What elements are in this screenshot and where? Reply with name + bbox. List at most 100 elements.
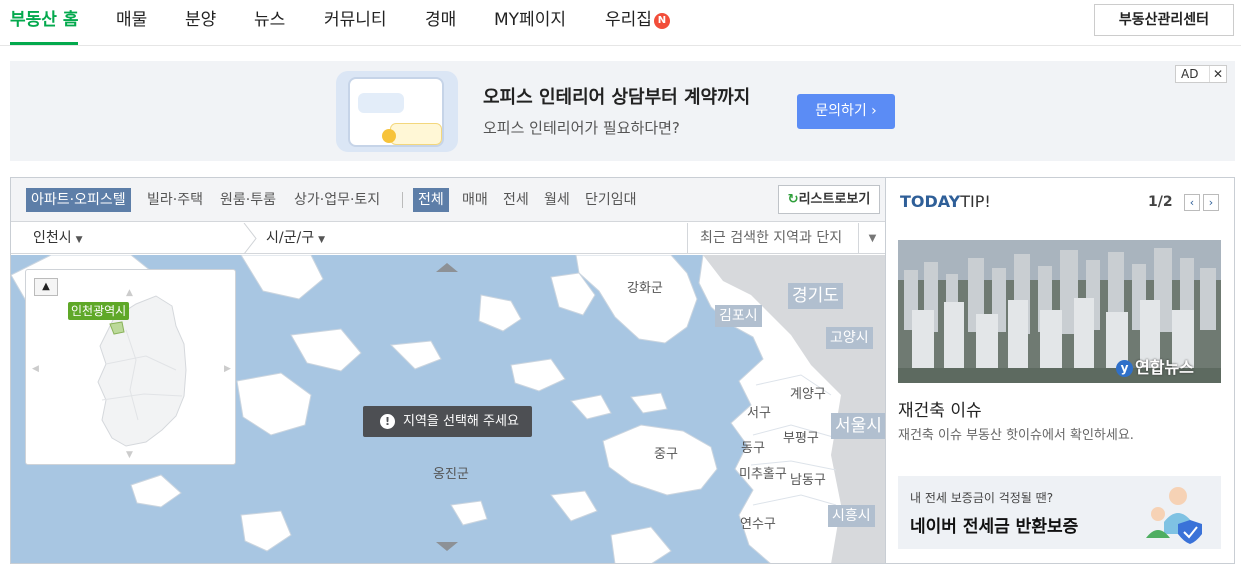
map-label-namdong[interactable]: 남동구 [790, 469, 826, 488]
list-view-button[interactable]: ↻리스트로보기 [778, 185, 880, 214]
island-shape [240, 510, 292, 552]
island-shape [550, 490, 598, 522]
tip-description: 재건축 이슈 부동산 핫이슈에서 확인하세요. [898, 428, 1134, 443]
map-label-seo[interactable]: 서구 [747, 402, 771, 421]
map-panel: 아파트·오피스텔 빌라·주택 원룸·투룸 상가·업무·토지 전체 매매 전세 월… [10, 177, 886, 564]
refresh-icon: ↻ [787, 192, 799, 207]
deal-tab-monthly[interactable]: 월세 [544, 188, 570, 212]
map-label-bupyeong[interactable]: 부평구 [783, 427, 819, 446]
map-label-seoul[interactable]: 서울시 [831, 413, 885, 439]
island-shape [450, 500, 488, 526]
recent-search-dropdown[interactable]: 최근 검색한 지역과 단지 ▼ [687, 223, 885, 254]
deal-tab-all[interactable]: 전체 [413, 188, 449, 212]
chevron-down-icon[interactable]: ▼ [126, 450, 133, 460]
sido-value: 인천시 [33, 230, 72, 246]
phone-illustration [348, 77, 444, 147]
tip-pager: 1/2 [1148, 194, 1173, 210]
map-pan-down-icon[interactable] [436, 542, 458, 551]
map-label-gyeyang[interactable]: 계양구 [790, 383, 826, 402]
island-shape [570, 394, 612, 420]
agency-center-button[interactable]: 부동산관리센터 [1094, 4, 1234, 36]
map-label-jung[interactable]: 중구 [654, 443, 678, 462]
chat-bubble [390, 123, 442, 145]
filter-toolbar: 아파트·오피스텔 빌라·주택 원룸·투룸 상가·업무·토지 전체 매매 전세 월… [11, 178, 885, 222]
chevron-down-icon: ▼ [75, 235, 83, 245]
chat-bubble [358, 93, 404, 113]
map-label-michuhol[interactable]: 미추홀구 [739, 463, 787, 482]
chevron-right-icon[interactable]: ▶ [224, 364, 231, 374]
map-label-dong[interactable]: 동구 [741, 437, 765, 456]
nav-home[interactable]: 부동산 홈 [10, 0, 78, 46]
ad-banner[interactable]: 오피스 인테리어 상담부터 계약까지 오피스 인테리어가 필요하다면? 문의하기… [10, 61, 1235, 161]
map-label-ganghwa[interactable]: 강화군 [627, 277, 663, 296]
nav-news[interactable]: 뉴스 [254, 0, 285, 46]
nav-community[interactable]: 커뮤니티 [324, 0, 387, 46]
photo-credit: y 연합뉴스 [1116, 354, 1194, 378]
korea-outline [97, 295, 187, 447]
people-shield-illustration [1146, 487, 1202, 544]
list-view-label: 리스트로보기 [798, 192, 871, 207]
yonhap-logo-icon: y [1116, 360, 1133, 377]
island-shape [478, 294, 522, 332]
ganghwa-island [575, 255, 698, 344]
recent-search-placeholder: 최근 검색한 지역과 단지 [700, 230, 843, 246]
map-label-siheung[interactable]: 시흥시 [828, 505, 875, 527]
sigungu-value: 시/군/구 [266, 230, 315, 246]
tip-headline[interactable]: 재건축 이슈 [898, 396, 982, 421]
nav-listings[interactable]: 매물 [116, 0, 147, 46]
map-label-goyang[interactable]: 고양시 [826, 327, 873, 349]
tip-title-tip: TIP! [960, 192, 991, 211]
map-label-yeonsu[interactable]: 연수구 [740, 513, 776, 532]
chevron-left-icon[interactable]: ◀ [32, 364, 39, 374]
chevron-down-icon: ▼ [318, 235, 325, 245]
breadcrumb-divider [243, 223, 257, 254]
ad-subtitle: 오피스 인테리어가 필요하다면? [483, 119, 680, 137]
map-label-gimpo[interactable]: 김포시 [715, 305, 762, 327]
type-tab-apartment[interactable]: 아파트·오피스텔 [26, 188, 131, 212]
tip-next-button[interactable]: › [1203, 194, 1219, 211]
new-badge: N [653, 13, 670, 29]
sido-select[interactable]: 인천시 ▼ [33, 223, 83, 256]
region-map[interactable]: 강화군 경기도 김포시 고양시 계양구 서구 서울시 부평구 동구 중구 미추홀… [11, 255, 885, 563]
tip-prev-button[interactable]: ‹ [1184, 194, 1200, 211]
ad-tag: AD ✕ [1175, 65, 1227, 83]
island-shape [510, 358, 566, 392]
nav-active-underline [10, 42, 78, 45]
jeonse-guarantee-banner[interactable]: 내 전세 보증금이 걱정될 땐? 네이버 전세금 반환보증 [898, 476, 1221, 549]
map-label-ongjin[interactable]: 옹진군 [433, 463, 469, 482]
chevron-down-icon[interactable]: ▼ [858, 223, 885, 254]
deal-tab-jeonse[interactable]: 전세 [503, 188, 529, 212]
region-filter-bar: 인천시 ▼ 시/군/구 ▼ 최근 검색한 지역과 단지 ▼ [11, 223, 885, 254]
nav-auction[interactable]: 경매 [425, 0, 456, 46]
island-shape [290, 328, 362, 372]
ad-illustration [336, 71, 458, 152]
korea-minimap[interactable]: ▲ 인천광역시 ▲ ▼ ◀ ▶ [25, 269, 236, 465]
ad-label: AD [1181, 67, 1199, 81]
minimap-region-label: 인천광역시 [68, 302, 130, 320]
select-region-notice: ! 지역을 선택해 주세요 [363, 406, 532, 437]
island-shape [240, 255, 324, 300]
notice-text: 지역을 선택해 주세요 [403, 414, 519, 429]
deal-tab-sale[interactable]: 매매 [462, 188, 488, 212]
top-navigation: 부동산 홈 매물 분양 뉴스 커뮤니티 경매 MY페이지 우리집 N 부동산관리센… [0, 0, 1241, 46]
ad-inquiry-button[interactable]: 문의하기 › [797, 94, 895, 129]
deal-tab-short-term[interactable]: 단기임대 [585, 188, 637, 212]
type-tab-oneroom[interactable]: 원룸·투룸 [220, 188, 276, 212]
map-label-gyeonggi[interactable]: 경기도 [788, 283, 843, 309]
island-shape [630, 392, 668, 414]
ad-close-icon[interactable]: ✕ [1209, 66, 1226, 82]
sigungu-select[interactable]: 시/군/구 ▼ [266, 223, 325, 256]
nav-myhome[interactable]: 우리집 N [605, 0, 670, 46]
nav-mypage[interactable]: MY페이지 [494, 0, 566, 46]
chevron-up-icon[interactable]: ▲ [126, 288, 133, 298]
nav-presale[interactable]: 분양 [185, 0, 216, 46]
apartment-complex-photo[interactable]: y 연합뉴스 [898, 240, 1221, 383]
island-shape [389, 340, 442, 370]
photo-credit-text: 연합뉴스 [1135, 358, 1194, 377]
type-tab-villa[interactable]: 빌라·주택 [147, 188, 203, 212]
ad-title: 오피스 인테리어 상담부터 계약까지 [483, 87, 751, 108]
island-shape [236, 372, 312, 436]
map-pan-up-icon[interactable] [436, 263, 458, 272]
tip-title: TODAYTIP! [900, 192, 991, 211]
type-tab-commercial[interactable]: 상가·업무·토지 [294, 188, 380, 212]
